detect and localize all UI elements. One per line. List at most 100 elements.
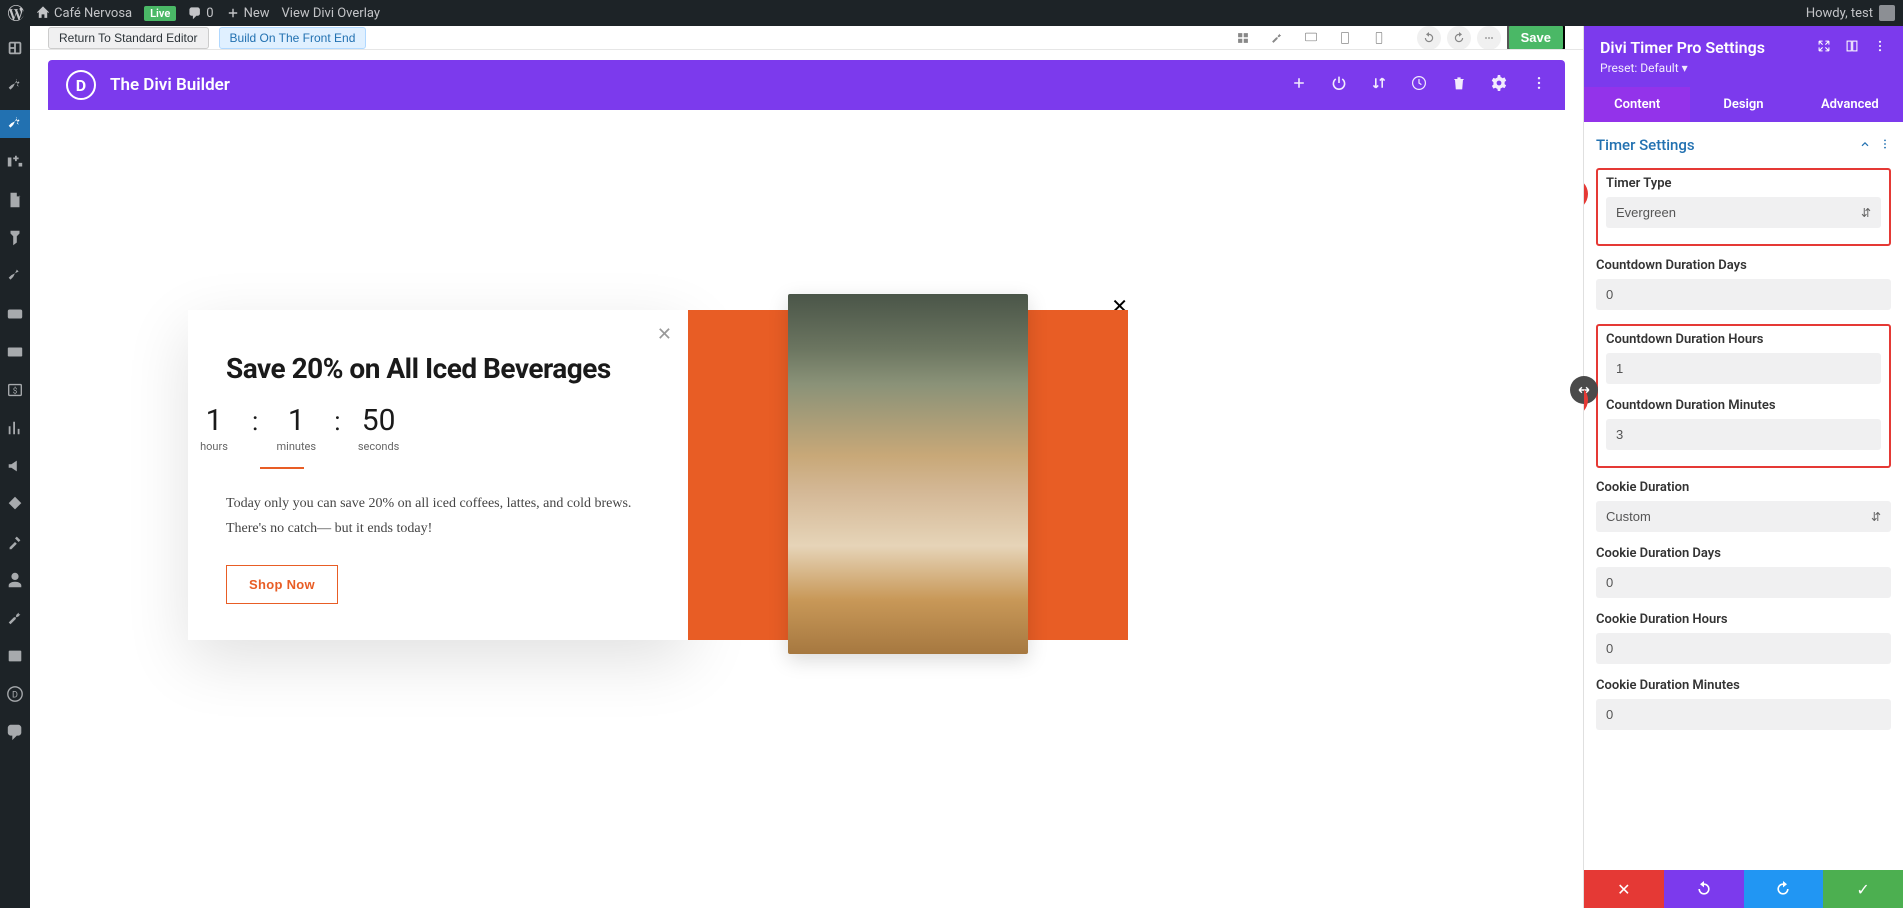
user-avatar[interactable] (1879, 5, 1895, 21)
tab-advanced[interactable]: Advanced (1797, 87, 1903, 122)
sidebar-brush-icon[interactable] (0, 528, 30, 556)
sidebar-pin2-icon[interactable] (0, 262, 30, 290)
mobile-icon[interactable] (1365, 28, 1393, 48)
new-content-link[interactable]: New (226, 6, 270, 21)
countdown-hours-value: 1 (190, 403, 238, 438)
tab-design[interactable]: Design (1690, 87, 1796, 122)
cookie-duration-label: Cookie Duration (1596, 480, 1891, 495)
builder-top-strip: Return To Standard Editor Build On The F… (30, 26, 1583, 50)
sidebar-divi-d-icon[interactable]: D (0, 680, 30, 708)
cancel-button[interactable]: ✕ (1584, 870, 1664, 908)
duration-hours-input[interactable] (1606, 353, 1881, 384)
more-vertical-icon[interactable] (1531, 75, 1547, 95)
site-home-link[interactable]: Café Nervosa (36, 6, 132, 21)
promo-popup: ✕ ✕ Save 20% on All Iced Beverages 1 hou… (188, 310, 1128, 680)
preset-dropdown[interactable]: Preset: Default ▾ (1600, 61, 1887, 75)
popup-body-text: Today only you can save 20% on all iced … (226, 491, 650, 541)
popup-image-panel (688, 310, 1128, 640)
clock-icon[interactable] (1411, 75, 1427, 95)
countdown-timer: 1 hours : 1 minutes : 50 seconds (190, 403, 650, 453)
sidebar-card-icon[interactable] (0, 338, 30, 366)
more-circle-button[interactable] (1477, 26, 1501, 50)
svg-text:D: D (12, 691, 18, 701)
builder-canvas[interactable]: ✕ ✕ Save 20% on All Iced Beverages 1 hou… (48, 110, 1565, 890)
sidebar-comments-icon[interactable] (0, 718, 30, 746)
wp-admin-sidebar: $ D (0, 26, 30, 908)
cookie-days-input[interactable] (1596, 567, 1891, 598)
cookie-hours-input[interactable] (1596, 633, 1891, 664)
cookie-minutes-input[interactable] (1596, 699, 1891, 730)
save-button[interactable]: Save (1507, 26, 1565, 50)
confirm-button[interactable]: ✓ (1823, 870, 1903, 908)
sidebar-appearance-icon[interactable] (0, 224, 30, 252)
duration-minutes-input[interactable] (1606, 419, 1881, 450)
redo-circle-button[interactable] (1447, 26, 1471, 50)
annotation-box-1: Timer Type Evergreen ⇵ (1596, 168, 1891, 246)
annotation-badge-1: 1 (1584, 178, 1588, 210)
sidebar-settings-icon[interactable] (0, 642, 30, 670)
grid-icon[interactable] (1229, 28, 1257, 48)
divi-builder-header: D The Divi Builder (48, 60, 1565, 110)
sidebar-analytics-icon[interactable] (0, 414, 30, 442)
tab-content[interactable]: Content (1584, 87, 1690, 122)
cookie-minutes-label: Cookie Duration Minutes (1596, 678, 1891, 693)
sidebar-woo-icon[interactable] (0, 300, 30, 328)
redo-button[interactable] (1744, 870, 1824, 908)
sidebar-users-icon[interactable] (0, 566, 30, 594)
sidebar-dashboard-icon[interactable] (0, 34, 30, 62)
duration-days-input[interactable] (1596, 279, 1891, 310)
countdown-seconds-label: seconds (355, 440, 403, 453)
settings-title-text: Divi Timer Pro Settings (1600, 38, 1765, 57)
sidebar-pin-icon[interactable] (0, 72, 30, 100)
add-icon[interactable] (1291, 75, 1307, 95)
sidebar-money-icon[interactable]: $ (0, 376, 30, 404)
site-name: Café Nervosa (54, 6, 132, 21)
settings-tabs: Content Design Advanced (1584, 87, 1903, 122)
popup-content-panel: ✕ Save 20% on All Iced Beverages 1 hours… (188, 310, 688, 640)
howdy-text[interactable]: Howdy, test (1806, 6, 1873, 21)
more-vertical-icon[interactable] (1873, 38, 1887, 57)
countdown-minutes-value: 1 (272, 403, 320, 438)
snap-icon[interactable] (1845, 38, 1859, 57)
undo-button[interactable] (1664, 870, 1744, 908)
sidebar-media-icon[interactable] (0, 148, 30, 176)
comments-link[interactable]: 0 (188, 6, 213, 21)
divi-logo-icon: D (66, 70, 96, 100)
countdown-separator: : (334, 407, 340, 437)
annotation-box-2: Countdown Duration Hours Countdown Durat… (1596, 324, 1891, 468)
sort-icon[interactable] (1371, 75, 1387, 95)
settings-footer: ✕ ✓ (1584, 870, 1903, 908)
timer-type-select[interactable]: Evergreen (1606, 197, 1881, 228)
return-standard-button[interactable]: Return To Standard Editor (48, 27, 209, 49)
trash-icon[interactable] (1451, 75, 1467, 95)
popup-heading: Save 20% on All Iced Beverages (226, 352, 650, 385)
popup-close-inner-icon[interactable]: ✕ (657, 324, 672, 345)
tablet-icon[interactable] (1331, 28, 1359, 48)
duration-hours-label: Countdown Duration Hours (1606, 332, 1881, 347)
view-overlay-link[interactable]: View Divi Overlay (282, 6, 380, 21)
desktop-icon[interactable] (1297, 28, 1325, 48)
wrench-icon[interactable] (1263, 28, 1291, 48)
sidebar-megaphone-icon[interactable] (0, 452, 30, 480)
build-front-button[interactable]: Build On The Front End (219, 27, 367, 49)
power-icon[interactable] (1331, 75, 1347, 95)
sidebar-divi-icon[interactable] (0, 110, 30, 138)
more-vertical-icon[interactable] (1879, 136, 1891, 154)
sidebar-tools-icon[interactable] (0, 604, 30, 632)
expand-icon[interactable] (1817, 38, 1831, 57)
cookie-hours-label: Cookie Duration Hours (1596, 612, 1891, 627)
divi-builder-title: The Divi Builder (110, 75, 230, 95)
wp-logo[interactable] (8, 5, 24, 21)
cookie-duration-select[interactable]: Custom (1596, 501, 1891, 532)
countdown-underline (260, 467, 304, 469)
timer-settings-section-header[interactable]: Timer Settings (1596, 136, 1891, 154)
settings-body: Timer Settings Timer Type Evergreen ⇵ (1584, 122, 1903, 870)
countdown-minutes-label: minutes (272, 440, 320, 453)
gear-icon[interactable] (1491, 75, 1507, 95)
sidebar-plugins-icon[interactable] (0, 490, 30, 518)
shop-now-button[interactable]: Shop Now (226, 565, 338, 604)
chevron-up-icon[interactable] (1859, 136, 1871, 154)
undo-circle-button[interactable] (1417, 26, 1441, 50)
comments-count: 0 (206, 6, 213, 21)
sidebar-pages-icon[interactable] (0, 186, 30, 214)
